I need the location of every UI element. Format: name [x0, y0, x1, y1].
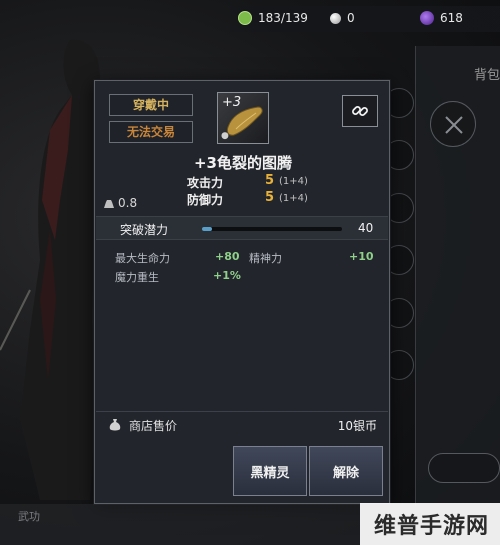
potential-label: 突破潜力 — [120, 223, 169, 237]
stat-detail: (1+4) — [279, 176, 308, 187]
potential-row: 突破潜力 40 — [96, 216, 388, 240]
sell-price-row: 商店售价 10银币 — [109, 417, 379, 435]
attr-value-mana-regen: +1% — [213, 269, 241, 282]
attr-label-max-hp: 最大生命力 — [115, 252, 170, 265]
lock-icon: ● — [221, 131, 229, 141]
potential-progress-fill — [202, 227, 212, 231]
inventory-panel: 背包 — [415, 46, 500, 506]
link-icon — [352, 106, 368, 116]
link-button[interactable] — [342, 95, 378, 127]
item-icon: +3 ● — [217, 92, 269, 144]
stat-row-attack: 攻击力 5 (1+4) — [187, 173, 327, 190]
attr-value-spirit: +10 — [349, 250, 374, 263]
pearl-value: 0 — [347, 11, 355, 25]
sell-price-value: 10银币 — [337, 419, 377, 433]
weight-icon — [104, 199, 114, 208]
crystal-currency: 618 — [420, 11, 463, 25]
stat-detail: (1+4) — [279, 193, 308, 204]
equip-slot-icon[interactable] — [430, 101, 476, 147]
attr-label-mana-regen: 魔力重生 — [115, 271, 159, 284]
black-spirit-button[interactable]: 黑精灵 — [233, 446, 307, 496]
inventory-tab-label[interactable]: 背包 — [474, 64, 500, 83]
crossed-swords-icon — [445, 116, 463, 134]
energy-value: 183/139 — [258, 11, 308, 25]
attr-value-max-hp: +80 — [215, 250, 240, 263]
currency-bar: 183/139 0 618 — [230, 6, 500, 32]
watermark-text: 维普手游网 — [374, 514, 490, 539]
item-tooltip-dialog: 穿戴中 无法交易 +3 ● +3龟裂的图腾 攻击力 5 (1+4) 防御力 5 … — [94, 80, 390, 504]
pearl-currency: 0 — [330, 11, 355, 25]
equipped-badge: 穿戴中 — [109, 94, 193, 116]
unequip-button[interactable]: 解除 — [309, 446, 383, 496]
potential-value: 40 — [358, 221, 374, 235]
attr-label-spirit: 精神力 — [249, 252, 282, 265]
energy-currency: 183/139 — [238, 11, 308, 25]
sell-price-label: 商店售价 — [129, 419, 178, 433]
stat-value: 5 — [265, 190, 275, 205]
weight-value: 0.8 — [118, 196, 138, 210]
weight-info: 0.8 — [104, 196, 137, 210]
stat-label: 攻击力 — [187, 176, 224, 190]
crystal-icon — [420, 11, 434, 25]
stat-label: 防御力 — [187, 193, 224, 207]
money-bag-icon — [109, 419, 121, 431]
crystal-value: 618 — [440, 11, 463, 25]
item-name: +3龟裂的图腾 — [193, 154, 292, 172]
stat-row-defense: 防御力 5 (1+4) — [187, 190, 327, 207]
filter-toggle[interactable] — [428, 453, 500, 483]
divider — [96, 411, 388, 412]
untradable-badge: 无法交易 — [109, 121, 193, 143]
energy-icon — [238, 11, 252, 25]
bottom-left-label[interactable]: 武功 — [18, 508, 40, 524]
potential-progress-bar — [202, 227, 342, 231]
pearl-icon — [330, 12, 341, 24]
stat-value: 5 — [265, 173, 275, 188]
